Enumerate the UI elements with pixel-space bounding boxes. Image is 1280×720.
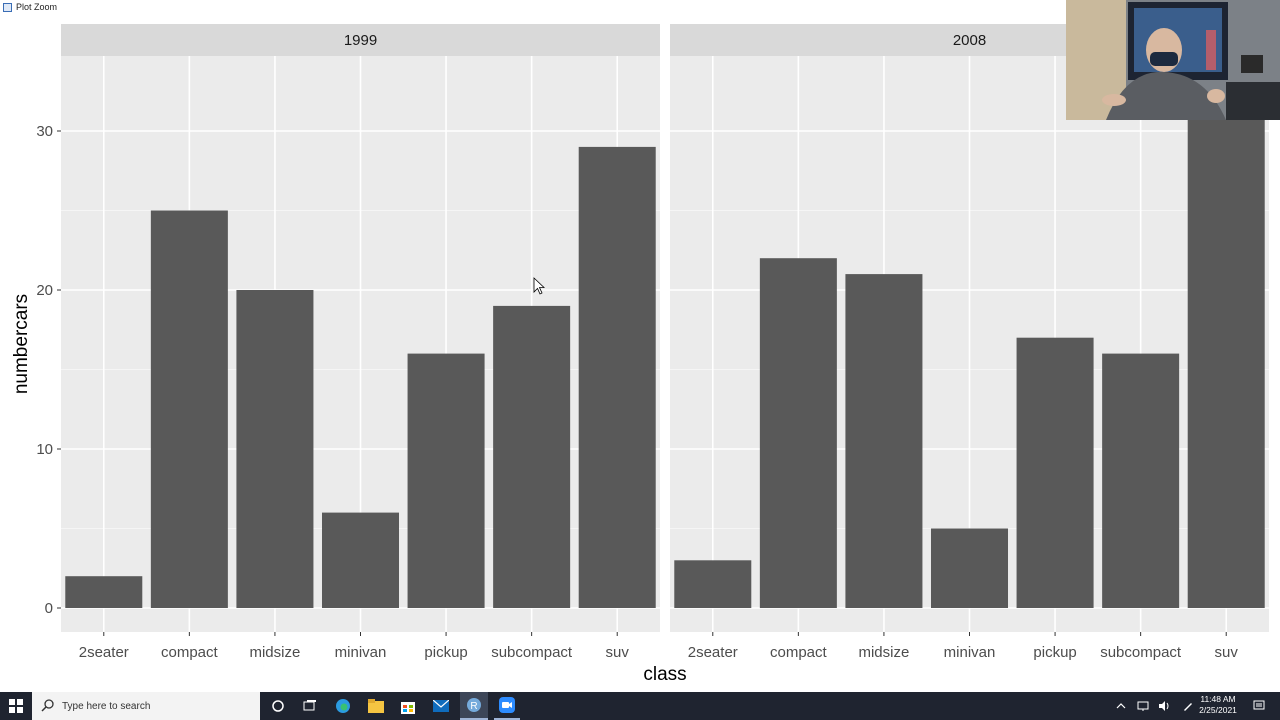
svg-text:R: R <box>470 701 477 712</box>
y-tick-label: 30 <box>36 123 53 140</box>
x-tick-label: pickup <box>1033 644 1076 661</box>
network-icon[interactable] <box>1135 692 1151 720</box>
y-tick-label: 10 <box>36 441 53 458</box>
bar-1999-minivan <box>321 512 400 608</box>
windows-taskbar: Type here to search R 11:48 AM 2/25/2021 <box>0 692 1280 720</box>
x-tick-label: compact <box>770 644 828 661</box>
x-tick-label: midsize <box>858 644 909 661</box>
bar-2008-pickup <box>1016 337 1094 608</box>
x-tick-label: minivan <box>335 644 387 661</box>
mail-icon[interactable] <box>431 692 451 720</box>
plot-zoom-app-icon <box>3 3 12 12</box>
chevron-up-icon[interactable] <box>1114 692 1128 720</box>
cortana-icon[interactable] <box>268 692 288 720</box>
notification-icon[interactable] <box>1250 692 1268 720</box>
y-tick-label: 20 <box>36 282 53 299</box>
windows-start-icon[interactable] <box>0 692 32 720</box>
bar-1999-pickup <box>407 353 485 608</box>
x-tick-label: minivan <box>944 644 996 661</box>
bar-1999-suv <box>578 146 656 608</box>
x-tick-label: suv <box>1215 644 1239 661</box>
taskbar-search-box[interactable]: Type here to search <box>32 692 260 720</box>
clock-date: 2/25/2021 <box>1199 705 1237 715</box>
webcam-video-feed <box>1066 0 1280 120</box>
bar-2008-2seater <box>674 560 752 608</box>
bar-2008-subcompact <box>1102 353 1180 608</box>
x-tick-label: midsize <box>249 644 300 661</box>
search-placeholder: Type here to search <box>62 700 151 712</box>
x-tick-label: subcompact <box>1100 644 1182 661</box>
x-tick-label: compact <box>161 644 219 661</box>
bar-2008-suv <box>1187 83 1265 609</box>
store-icon[interactable] <box>398 692 418 720</box>
pen-icon[interactable] <box>1180 692 1196 720</box>
edge-icon[interactable] <box>333 692 353 720</box>
window-title: Plot Zoom <box>16 2 58 12</box>
search-icon <box>41 699 54 712</box>
x-tick-label: 2seater <box>79 644 129 661</box>
x-tick-label: 2seater <box>688 644 738 661</box>
y-tick-label: 0 <box>45 600 53 617</box>
taskbar-clock[interactable]: 11:48 AM 2/25/2021 <box>1196 694 1240 716</box>
x-tick-label: pickup <box>424 644 467 661</box>
bar-1999-2seater <box>65 576 143 608</box>
bar-2008-minivan <box>930 528 1009 608</box>
zoom-icon[interactable] <box>494 692 520 720</box>
bar-1999-subcompact <box>493 305 571 608</box>
r-icon[interactable]: R <box>460 692 488 720</box>
x-axis-title: class <box>643 664 686 685</box>
file-explorer-icon[interactable] <box>366 692 386 720</box>
task-view-icon[interactable] <box>300 692 320 720</box>
x-tick-label: suv <box>606 644 630 661</box>
bar-2008-midsize <box>845 274 923 608</box>
volume-icon[interactable] <box>1156 692 1172 720</box>
y-axis-title: numbercars <box>11 294 32 394</box>
webcam-video-overlay <box>1066 0 1280 120</box>
bar-1999-midsize <box>236 290 314 608</box>
facet-label: 2008 <box>953 32 986 49</box>
clock-time: 11:48 AM <box>1200 694 1236 704</box>
facet-label: 1999 <box>344 32 377 49</box>
bar-2008-compact <box>759 258 837 608</box>
bar-1999-compact <box>150 210 228 608</box>
x-tick-label: subcompact <box>491 644 573 661</box>
